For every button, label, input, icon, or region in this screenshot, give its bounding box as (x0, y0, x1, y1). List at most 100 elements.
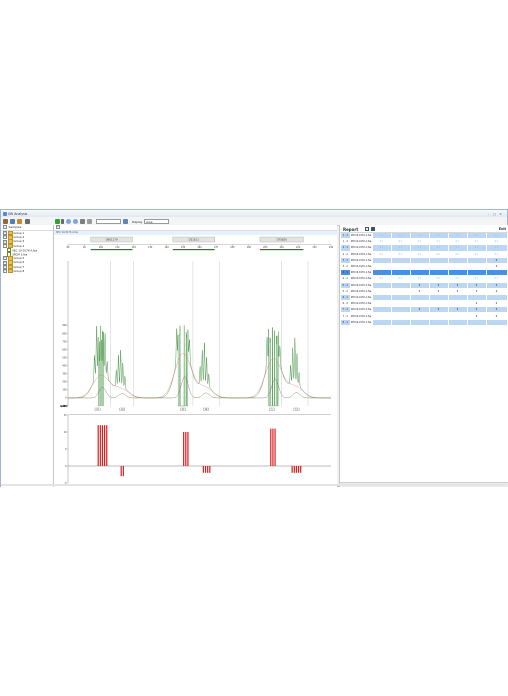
folder-icon (7, 268, 13, 274)
report-title: Report (343, 226, 359, 232)
residual-bar (291, 466, 293, 473)
display-label: Display (132, 219, 143, 224)
display-select[interactable]: Area (144, 218, 169, 224)
x-tick-label: 180 (230, 246, 235, 249)
x-tick-label: 120 (132, 246, 137, 249)
residual-bar (204, 466, 207, 473)
report-cell-value (467, 319, 487, 326)
residual-bar (207, 466, 209, 473)
residual-bar (293, 466, 295, 473)
tree-folder-item[interactable]: + Group 8 (1, 268, 53, 274)
residual-bar (183, 432, 185, 466)
residual-bar (122, 466, 124, 477)
y-tick-label: 900 (62, 324, 67, 327)
residual-bar (106, 425, 108, 466)
report-cell-value (429, 319, 449, 326)
app-icon (3, 211, 7, 216)
bin-bar (172, 249, 215, 251)
expand-icon[interactable]: + (56, 225, 60, 229)
x-tick-label: 80 (67, 246, 70, 249)
status-bar (1, 484, 507, 486)
x-tick-label: 240 (329, 246, 334, 249)
y-tick-label: 400 (62, 365, 67, 368)
report-table: 1 - 1 SEC10-0176 A.fsa 6.1 6.1 6.1 6.1 6.1 6.1 6… (341, 233, 508, 326)
residual-bar (120, 466, 122, 477)
x-tick-label: 210 (280, 246, 285, 249)
x-tick-label: 140 (165, 246, 170, 249)
residual-y-tick-label: 10 (64, 431, 67, 434)
traces (67, 325, 331, 407)
x-tick-label: 200 (263, 246, 268, 249)
open-icon[interactable] (3, 218, 8, 224)
electropherogram-svg: D8S1179 D21S11 D7S820 80 90 100 110 120 130 140 1… (60, 236, 334, 485)
report-cell-id: 8 - 1 (341, 319, 351, 326)
minimize-button[interactable]: – (486, 212, 491, 216)
residual-y-tick-label: 0 (65, 465, 67, 468)
x-tick-label: 170 (214, 246, 219, 249)
marker-name: D21S11 (189, 238, 200, 242)
report-row[interactable]: 8 - 1 SEC10-0176 A.fsa (341, 319, 508, 326)
y-tick-label: 500 (62, 356, 67, 359)
residual-bar (270, 428, 272, 466)
report-panel: Report Exit 1 - 1 SEC10-0176 A.fsa 6.1 6.1 6… (339, 225, 508, 487)
x-tick-label: 230 (312, 246, 317, 249)
bin-bar (90, 249, 133, 251)
settings-icon[interactable] (123, 218, 128, 224)
residual-bar (185, 432, 187, 466)
report-save-icon[interactable] (371, 226, 375, 231)
collapse-icon[interactable]: - (3, 225, 7, 229)
residual-bar (300, 466, 302, 473)
report-settings-icon[interactable] (365, 226, 369, 231)
zoom-out-icon[interactable] (73, 218, 78, 224)
residual-bar (101, 425, 104, 466)
grid-icon[interactable] (87, 218, 92, 224)
y-tick-label: 0 (65, 397, 67, 400)
y-tick-label: 600 (62, 348, 67, 351)
report-cell-value (486, 319, 508, 326)
y-tick-label: 100 (62, 389, 67, 392)
residual-bar (103, 425, 106, 466)
residual-bar (99, 425, 101, 466)
report-cell-value (372, 319, 392, 326)
x-tick-label: 190 (247, 246, 252, 249)
export-icon[interactable] (17, 218, 22, 224)
report-cell-value (448, 319, 468, 326)
maximize-button[interactable]: □ (492, 212, 497, 216)
residual-y-tick-label: 15 (64, 414, 67, 417)
residual-bar (295, 466, 298, 473)
dropdown-arrow-icon[interactable] (61, 218, 64, 224)
tree-item-label: Group 8 (13, 268, 25, 273)
zoom-in-icon[interactable] (66, 218, 71, 224)
print-icon[interactable] (25, 218, 30, 224)
y-tick-label: 200 (62, 381, 67, 384)
app-window: SW Analysis – □ ✕ Display Area - Samples… (0, 209, 508, 487)
fit-icon[interactable] (80, 218, 85, 224)
expand-icon[interactable]: + (3, 268, 7, 273)
report-cell-value (410, 319, 430, 326)
close-button[interactable]: ✕ (498, 212, 503, 216)
x-tick-label: 220 (296, 246, 301, 249)
report-header: Report Exit (340, 225, 508, 233)
report-exit-button[interactable]: Exit (499, 227, 506, 231)
x-tick-label: 150 (181, 246, 186, 249)
residual-bar (209, 466, 211, 473)
save-icon[interactable] (10, 218, 15, 224)
x-axis: 80 90 100 110 120 130 140 150 160 170 180 190 200 210… (67, 244, 334, 249)
marker-name: D7S820 (277, 238, 288, 242)
navigator-title: Samples (8, 225, 22, 229)
y-axis: 2,4002,2002,0001,8001,6001,4001,2001,000… (60, 261, 69, 408)
residual-bar (274, 428, 276, 466)
residual-bar (97, 425, 99, 466)
residual-bar (202, 466, 204, 473)
sample-tree: + Group 1 + Group 2 + Group 3- Group 4 SEC 10-0… (1, 231, 53, 274)
y-tick-label: 800 (62, 332, 67, 335)
residual-bar (297, 466, 300, 473)
residual-y-tick-label: 5 (65, 448, 67, 451)
y-tick-label: 300 (62, 373, 67, 376)
report-cell-name: SEC10-0176 A.fsa (350, 319, 373, 326)
report-cell-value (391, 319, 411, 326)
zoom-select[interactable] (96, 218, 121, 224)
x-tick-label: 110 (115, 246, 120, 249)
run-icon[interactable] (55, 218, 60, 224)
residual-bar (272, 428, 274, 466)
